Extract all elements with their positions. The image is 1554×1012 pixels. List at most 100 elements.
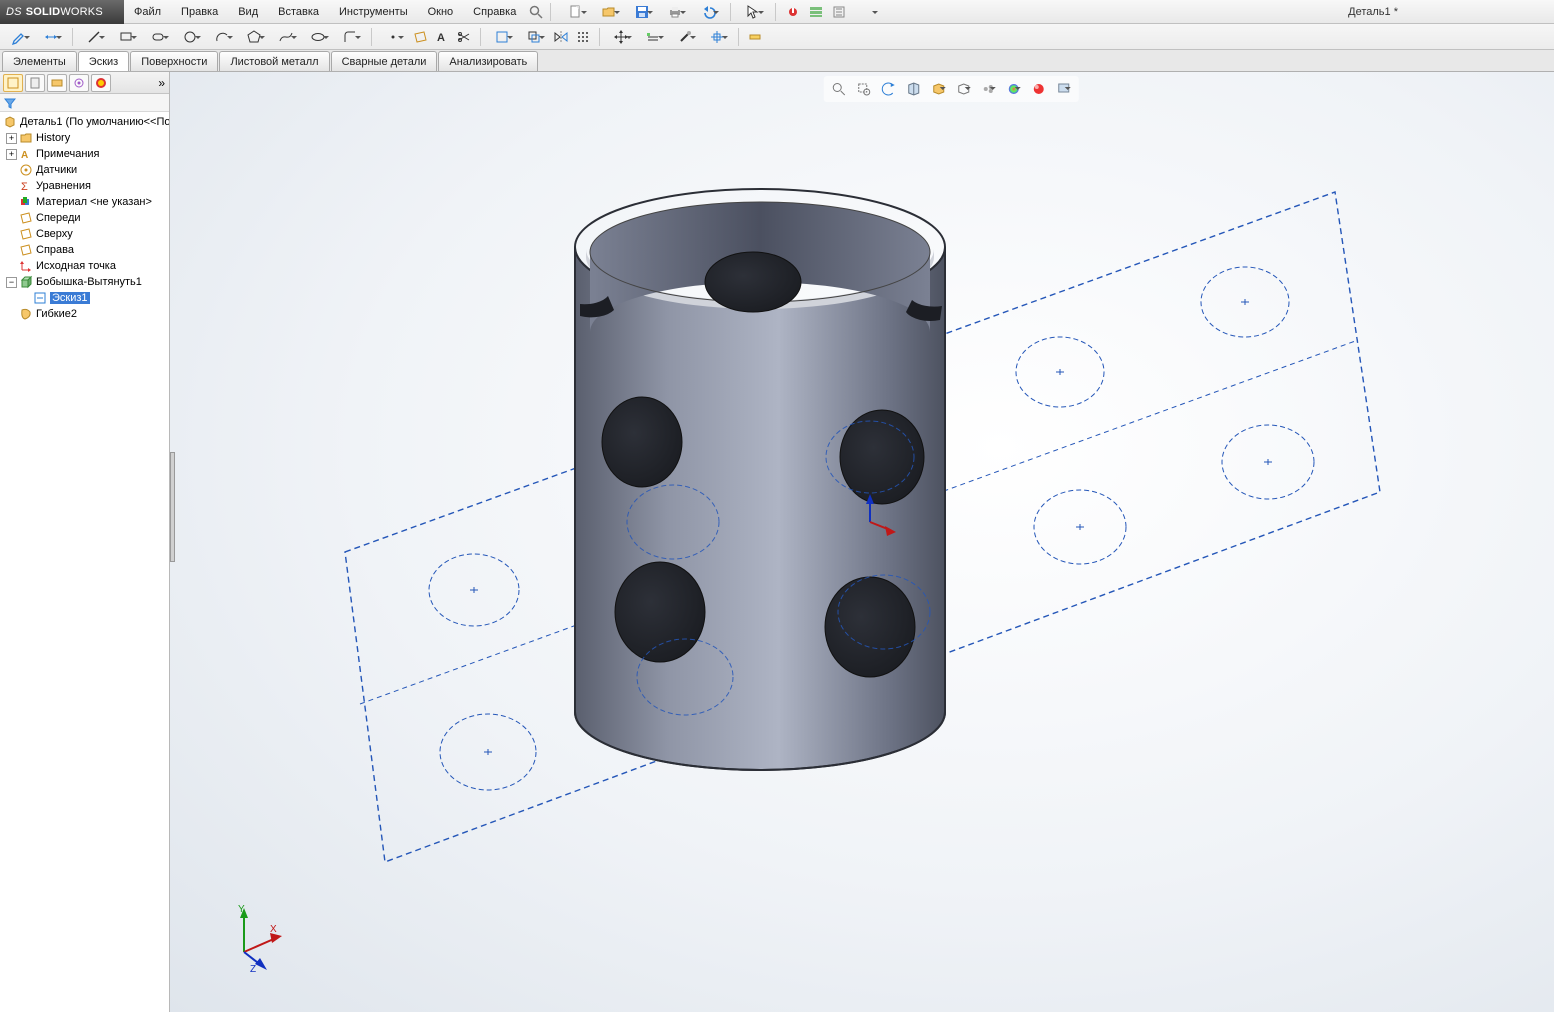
- display-relations-button[interactable]: [638, 27, 668, 47]
- trim-tool-button[interactable]: [454, 27, 474, 47]
- save-button[interactable]: [627, 2, 657, 22]
- tree-filter-row: [0, 94, 169, 112]
- tree-tab-dimxpert[interactable]: [69, 74, 89, 92]
- tree-origin[interactable]: Исходная точка: [0, 258, 169, 274]
- filter-icon[interactable]: [4, 97, 16, 109]
- logo-solid: SOLID: [26, 6, 61, 18]
- material-icon: [19, 195, 33, 209]
- search-icon[interactable]: [526, 2, 546, 22]
- triad-z-label: Z: [250, 964, 256, 972]
- move-entities-button[interactable]: [606, 27, 636, 47]
- tree-front-plane[interactable]: Спереди: [0, 210, 169, 226]
- triad-x-label: X: [270, 924, 277, 935]
- menu-view[interactable]: Вид: [228, 0, 268, 24]
- tree-sketch1[interactable]: Эскиз1: [0, 290, 169, 306]
- tree-top-plane[interactable]: Сверху: [0, 226, 169, 242]
- equations-icon: Σ: [19, 179, 33, 193]
- feature-tree-panel: » Деталь1 (По умолчанию<<По + History + …: [0, 72, 170, 1012]
- tree-history[interactable]: + History: [0, 130, 169, 146]
- line-tool-button[interactable]: [79, 27, 109, 47]
- document-title: Деталь1 *: [1342, 6, 1404, 18]
- flex-icon: [19, 307, 33, 321]
- folder-icon: [19, 131, 33, 145]
- extrude-icon: [19, 275, 33, 289]
- sketch-edit-button[interactable]: [4, 27, 34, 47]
- titlebar: DS SOLIDWORKS Файл Правка Вид Вставка Ин…: [0, 0, 1554, 24]
- repair-sketch-button[interactable]: [670, 27, 700, 47]
- tab-surfaces[interactable]: Поверхности: [130, 51, 218, 71]
- slot-tool-button[interactable]: [143, 27, 173, 47]
- tab-weldments[interactable]: Сварные детали: [331, 51, 438, 71]
- tree-equations[interactable]: Σ Уравнения: [0, 178, 169, 194]
- print-button[interactable]: [660, 2, 690, 22]
- quick-snaps-button[interactable]: [702, 27, 732, 47]
- scene-3d: [170, 72, 1554, 1012]
- plane-tool-button[interactable]: [410, 27, 430, 47]
- collapse-icon[interactable]: −: [6, 277, 17, 288]
- tree-tab-featuremanager[interactable]: [3, 74, 23, 92]
- mirror-button[interactable]: [551, 27, 571, 47]
- convert-entities-button[interactable]: [487, 27, 517, 47]
- smart-dimension-button[interactable]: [36, 27, 66, 47]
- tree-annotations[interactable]: + A Примечания: [0, 146, 169, 162]
- sketch-toolbar: A: [0, 24, 1554, 50]
- app-logo: DS SOLIDWORKS: [0, 0, 124, 24]
- options-button[interactable]: [806, 2, 826, 22]
- circle-tool-button[interactable]: [175, 27, 205, 47]
- linear-pattern-button[interactable]: [573, 27, 593, 47]
- viewport-3d[interactable]: Y X Z: [170, 72, 1554, 1012]
- ellipse-tool-button[interactable]: [303, 27, 333, 47]
- menu-edit[interactable]: Правка: [171, 0, 228, 24]
- menu-help[interactable]: Справка: [463, 0, 526, 24]
- tab-elements[interactable]: Элементы: [2, 51, 77, 71]
- tree-tab-configmanager[interactable]: [47, 74, 67, 92]
- part-icon: [3, 115, 17, 129]
- rapid-sketch-button[interactable]: [745, 27, 765, 47]
- tree-material[interactable]: Материал <не указан>: [0, 194, 169, 210]
- tab-sheetmetal[interactable]: Листовой металл: [219, 51, 329, 71]
- spline-tool-button[interactable]: [271, 27, 301, 47]
- menu-window[interactable]: Окно: [418, 0, 464, 24]
- task-pane-flyout[interactable]: [170, 452, 175, 562]
- menu-tools[interactable]: Инструменты: [329, 0, 418, 24]
- svg-text:Σ: Σ: [21, 181, 28, 193]
- offset-entities-button[interactable]: [519, 27, 549, 47]
- menu-file[interactable]: Файл: [124, 0, 171, 24]
- logo-works: WORKS: [60, 6, 103, 18]
- arc-tool-button[interactable]: [207, 27, 237, 47]
- settings-button[interactable]: [829, 2, 849, 22]
- select-button[interactable]: [738, 2, 768, 22]
- plane-icon: [19, 227, 33, 241]
- fillet-tool-button[interactable]: [335, 27, 365, 47]
- tree-root[interactable]: Деталь1 (По умолчанию<<По: [0, 114, 169, 130]
- expand-icon[interactable]: +: [6, 149, 17, 160]
- more-button[interactable]: [852, 2, 882, 22]
- tree-extrude-feature[interactable]: − Бобышка-Вытянуть1: [0, 274, 169, 290]
- plane-icon: [19, 211, 33, 225]
- plane-icon: [19, 243, 33, 257]
- rebuild-button[interactable]: [783, 2, 803, 22]
- tab-analyze[interactable]: Анализировать: [438, 51, 538, 71]
- quick-toolbar: [555, 2, 888, 22]
- annotation-icon: A: [19, 147, 33, 161]
- expand-icon[interactable]: +: [6, 133, 17, 144]
- undo-button[interactable]: [693, 2, 723, 22]
- tree-tab-display[interactable]: [91, 74, 111, 92]
- text-tool-button[interactable]: A: [432, 27, 452, 47]
- tab-sketch[interactable]: Эскиз: [78, 51, 129, 71]
- tree-flex-feature[interactable]: Гибкие2: [0, 306, 169, 322]
- rectangle-tool-button[interactable]: [111, 27, 141, 47]
- polygon-tool-button[interactable]: [239, 27, 269, 47]
- open-button[interactable]: [594, 2, 624, 22]
- tree-right-plane[interactable]: Справа: [0, 242, 169, 258]
- tree-tabs: »: [0, 72, 169, 94]
- orientation-triad[interactable]: Y X Z: [220, 902, 290, 972]
- tree-sensors[interactable]: Датчики: [0, 162, 169, 178]
- new-document-button[interactable]: [561, 2, 591, 22]
- tree-expand-icon[interactable]: »: [158, 76, 165, 90]
- menu-insert[interactable]: Вставка: [268, 0, 329, 24]
- tree-tab-propertymanager[interactable]: [25, 74, 45, 92]
- origin-icon: [19, 259, 33, 273]
- point-tool-button[interactable]: [378, 27, 408, 47]
- feature-tree[interactable]: Деталь1 (По умолчанию<<По + History + A …: [0, 112, 169, 1012]
